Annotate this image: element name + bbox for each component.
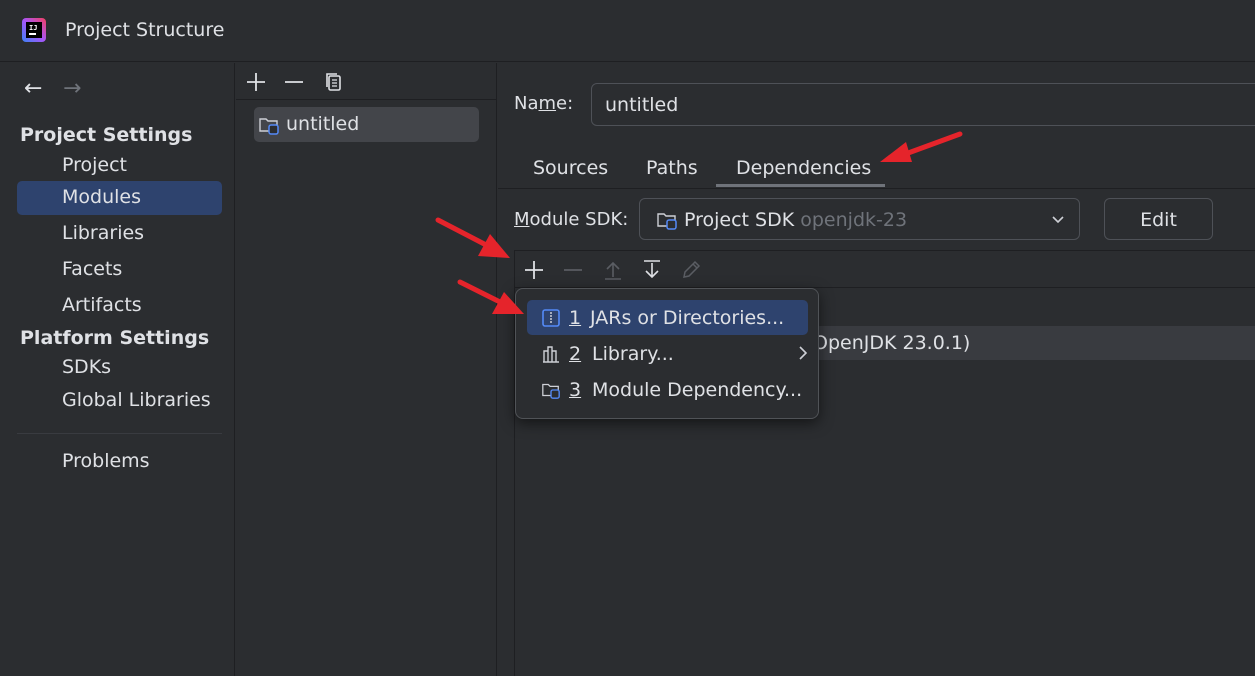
forward-arrow-icon[interactable]: → — [63, 77, 81, 101]
chevron-down-icon — [1052, 216, 1064, 224]
remove-dependency-icon[interactable] — [561, 258, 585, 282]
module-item-untitled[interactable]: untitled — [254, 107, 479, 142]
module-sdk-label: Module SDK: — [514, 209, 629, 230]
platform-settings-heading: Platform Settings — [20, 327, 210, 349]
modules-toolbar — [236, 63, 497, 100]
module-sdk-dropdown[interactable]: Project SDK openjdk-23 — [639, 198, 1080, 240]
module-folder-icon — [542, 383, 560, 399]
move-up-icon[interactable] — [601, 258, 625, 282]
annotation-arrow-icon — [457, 279, 524, 314]
popup-item-jars-or-directories[interactable]: 1 JARs or Directories... — [527, 300, 808, 335]
popup-item-library[interactable]: 2 Library... — [527, 336, 808, 371]
nav-item-project[interactable]: Project — [17, 149, 222, 183]
settings-navigation: ← → Project Settings Project Modules Lib… — [0, 63, 235, 676]
nav-item-sdks[interactable]: SDKs — [17, 351, 222, 385]
tab-sources[interactable]: Sources — [533, 157, 608, 179]
chevron-right-icon — [799, 346, 808, 360]
annotation-arrow-icon — [435, 217, 510, 258]
project-settings-heading: Project Settings — [20, 124, 193, 146]
nav-item-problems[interactable]: Problems — [17, 445, 222, 479]
edit-pencil-icon[interactable] — [679, 258, 703, 282]
nav-item-artifacts[interactable]: Artifacts — [17, 289, 222, 323]
nav-item-modules[interactable]: Modules — [17, 181, 222, 215]
module-folder-icon — [259, 118, 279, 135]
add-icon[interactable] — [244, 70, 268, 94]
jar-directory-icon — [542, 309, 560, 327]
library-icon — [543, 346, 559, 363]
nav-divider — [17, 433, 222, 434]
tab-paths[interactable]: Paths — [646, 157, 698, 179]
window-title: Project Structure — [65, 19, 225, 41]
title-bar: IJ Project Structure — [0, 0, 1255, 62]
annotation-arrow-icon — [880, 131, 963, 162]
module-name-input[interactable]: untitled — [591, 83, 1255, 126]
svg-text:IJ: IJ — [29, 24, 37, 32]
edit-sdk-button[interactable]: Edit — [1104, 198, 1213, 240]
modules-list-pane: untitled — [236, 63, 497, 676]
move-down-icon[interactable] — [640, 258, 664, 282]
copy-icon[interactable] — [322, 70, 346, 94]
intellij-logo-icon: IJ — [22, 18, 46, 42]
name-label: Name: — [514, 93, 574, 114]
tab-dependencies[interactable]: Dependencies — [736, 157, 871, 179]
nav-item-global-libraries[interactable]: Global Libraries — [17, 384, 222, 418]
active-tab-indicator — [716, 184, 885, 187]
popup-item-module-dependency[interactable]: 3 Module Dependency... — [527, 372, 808, 407]
dependencies-toolbar — [515, 251, 1255, 288]
sdk-folder-icon — [657, 213, 677, 230]
add-dependency-popup: 1 JARs or Directories... 2 Library... 3 … — [515, 288, 819, 419]
back-arrow-icon[interactable]: ← — [24, 77, 42, 101]
remove-icon[interactable] — [282, 70, 306, 94]
nav-item-facets[interactable]: Facets — [17, 253, 222, 287]
nav-item-libraries[interactable]: Libraries — [17, 217, 222, 251]
